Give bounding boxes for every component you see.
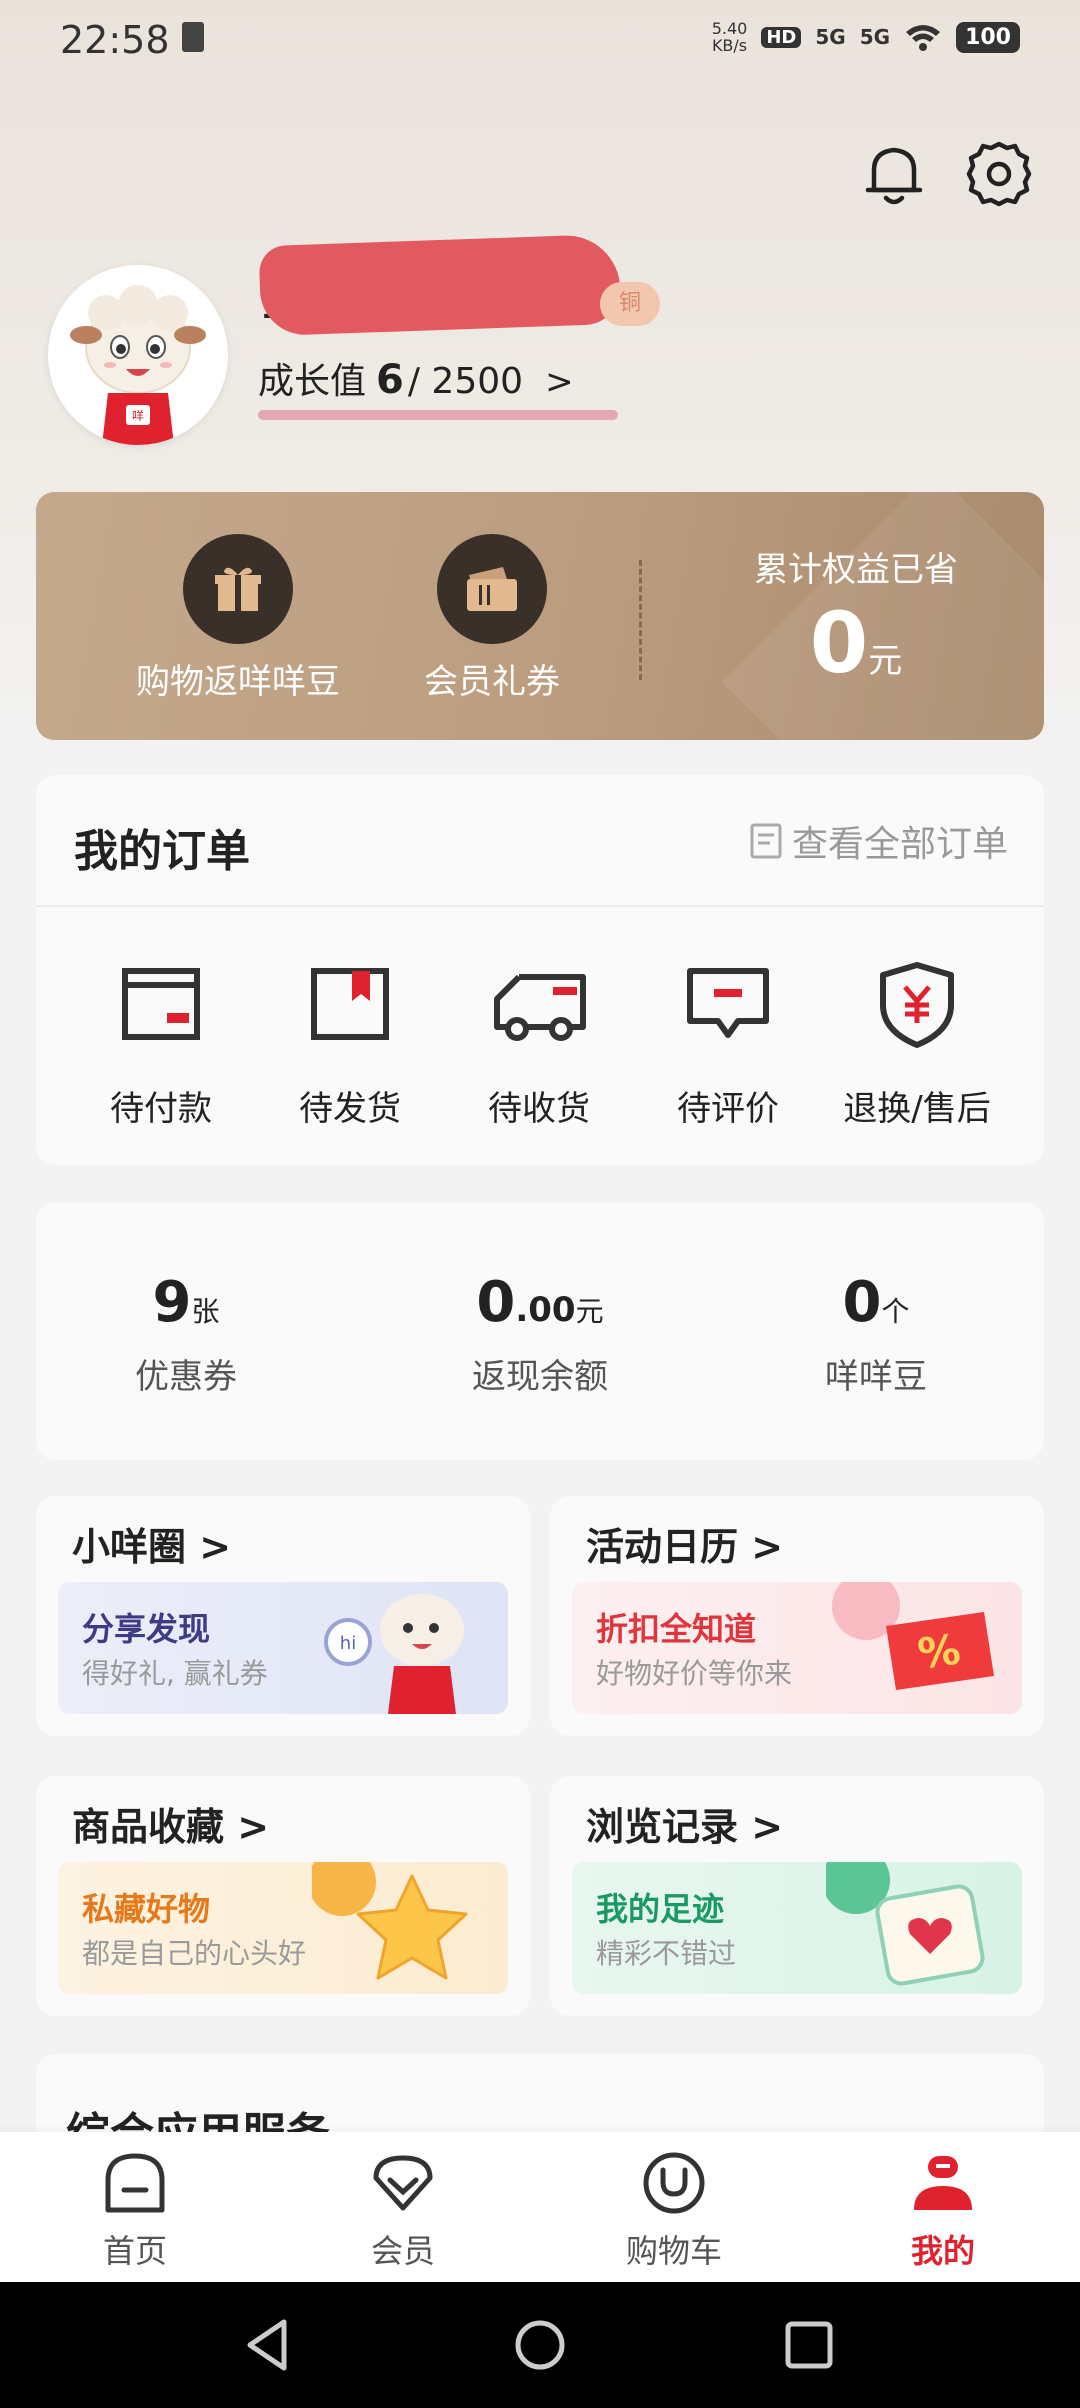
tab-mine[interactable]: 我的 [843,2150,1043,2272]
asset-beans[interactable]: 0个 咩咩豆 [726,1270,1026,1398]
order-after-sales[interactable]: 退换/售后 [822,955,1012,1130]
chevron-right-icon: > [545,362,574,402]
shield-yen-icon [880,962,954,1048]
orders-title: 我的订单 [74,826,250,877]
view-all-orders-link[interactable]: 查看全部订单 [746,815,1008,867]
growth-progress-bar [258,410,618,420]
battery-icon: 100 [956,21,1020,53]
svg-text:咩: 咩 [132,408,144,423]
benefit-label: 购物返咩咩豆 [136,662,340,702]
status-bar: 22:58 5.40 KB/s HD 5G 5G 100 [0,0,1080,80]
status-indicators: 5.40 KB/s HD 5G 5G 100 [712,20,1020,54]
home-icon [105,2153,165,2213]
star-icon [312,1862,468,1980]
back-icon[interactable] [236,2312,302,2378]
signal-icon: 5G [815,25,846,49]
cart-icon [643,2152,705,2214]
redacted-username [258,233,622,337]
clipboard-icon [182,22,204,52]
truck-icon [494,974,586,1041]
banner-discounts[interactable]: 折扣全知道 好物好价等你来 % [572,1582,1022,1714]
ticket-icon [467,567,517,611]
wifi-icon [906,25,941,51]
member-benefit-card[interactable]: 购物返咩咩豆 会员礼券 累计权益已省 0元 [36,492,1044,740]
growth-label: 成长值 [258,361,367,402]
system-navigation-bar [0,2282,1080,2408]
tile-event-calendar[interactable]: 活动日历 > 折扣全知道 好物好价等你来 % [550,1496,1044,1736]
discount-ticket-icon: % [832,1582,994,1690]
tab-member[interactable]: 会员 [303,2150,503,2272]
asset-cashback-balance[interactable]: 0.00元 返现余额 [390,1270,690,1398]
growth-value: 6 [376,357,404,403]
tab-home[interactable]: 首页 [35,2150,235,2272]
divider [639,560,642,680]
my-orders-card: 我的订单 查看全部订单 待付款 待发货 待收货 待评价 退换/售后 [36,775,1044,1165]
order-pending-payment[interactable]: 待付款 [66,955,256,1130]
order-pending-shipment[interactable]: 待发货 [255,955,445,1130]
svg-text:hi: hi [340,1633,356,1654]
benefit-label: 会员礼券 [424,662,560,702]
growth-value-row[interactable]: 成长值 6 / 2500 > [258,352,574,404]
order-pending-receipt[interactable]: 待收货 [444,955,634,1130]
wallet-icon [122,968,200,1040]
avatar[interactable]: 咩 [48,265,228,445]
member-icon [373,2155,433,2211]
sheep-mascot-icon: hi [324,1594,464,1714]
svg-text:%: % [915,1624,964,1678]
order-list-icon [750,823,782,859]
assets-card: 9张 优惠券 0.00元 返现余额 0个 咩咩豆 [36,1202,1044,1460]
home-button-icon[interactable] [507,2312,573,2378]
comment-icon [687,968,769,1038]
saved-title: 累计权益已省 [754,550,958,590]
banner-share[interactable]: 分享发现 得好礼, 赢礼券 hi [58,1582,508,1714]
bell-icon[interactable] [858,138,930,210]
profile-icon [914,2156,972,2210]
gear-icon[interactable] [963,138,1035,210]
level-badge[interactable]: 铜 [600,282,660,326]
banner-saved-items[interactable]: 私藏好物 都是自己的心头好 [58,1862,508,1994]
hd-icon: HD [761,26,802,48]
benefit-coupons[interactable]: 会员礼券 [382,534,602,703]
divider [36,905,1044,907]
tile-community[interactable]: 小咩圈 > 分享发现 得好礼, 赢礼券 hi [36,1496,530,1736]
tile-favorites[interactable]: 商品收藏 > 私藏好物 都是自己的心头好 [36,1776,530,2016]
network-speed: 5.40 KB/s [711,19,748,55]
asset-coupons[interactable]: 9张 优惠券 [36,1270,336,1398]
growth-total: / 2500 [407,361,524,402]
bottom-tab-bar: 首页 会员 购物车 我的 [0,2132,1080,2282]
status-time: 22:58 [60,18,170,62]
box-icon [311,968,389,1040]
calendar-heart-icon [826,1862,985,1986]
tab-cart[interactable]: 购物车 [574,2150,774,2272]
gift-icon [215,567,261,611]
sheep-mascot-icon: 咩 [50,267,226,445]
recent-apps-icon[interactable] [776,2312,842,2378]
banner-footprints[interactable]: 我的足迹 精彩不错过 [572,1862,1022,1994]
saved-amount: 0元 [809,594,903,692]
tile-browse-history[interactable]: 浏览记录 > 我的足迹 精彩不错过 [550,1776,1044,2016]
order-pending-review[interactable]: 待评价 [633,955,823,1130]
benefit-cashback[interactable]: 购物返咩咩豆 [128,534,348,703]
signal-icon-2: 5G [859,25,891,49]
